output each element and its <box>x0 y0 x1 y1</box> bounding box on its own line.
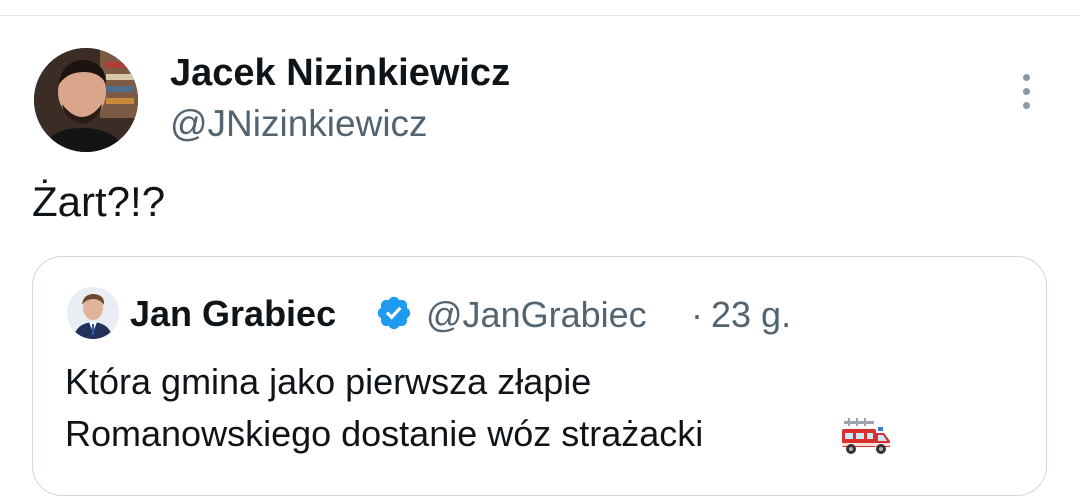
author-avatar-photo <box>34 48 138 152</box>
author-handle[interactable]: @JNizinkiewicz <box>170 103 428 145</box>
quoted-author-avatar-photo <box>67 287 119 339</box>
more-vertical-icon[interactable] <box>1012 72 1042 112</box>
author-name[interactable]: Jacek Nizinkiewicz <box>170 52 510 95</box>
quoted-author-handle[interactable]: @JanGrabiec <box>426 294 647 336</box>
quoted-author-avatar[interactable] <box>67 287 119 339</box>
quoted-text-line: Która gmina jako pierwsza złapie <box>65 361 592 402</box>
top-divider <box>0 15 1080 16</box>
quoted-tweet-card[interactable]: Jan Grabiec @JanGrabiec · 23 g. Która gm… <box>32 256 1047 496</box>
meta-separator: · <box>691 294 703 335</box>
author-avatar[interactable] <box>34 48 138 152</box>
verified-badge-icon <box>377 296 411 330</box>
quoted-text-line: Romanowskiego dostanie wóz strażacki <box>65 413 704 454</box>
quoted-author-name[interactable]: Jan Grabiec <box>130 293 336 335</box>
quoted-timestamp[interactable]: 23 g. <box>711 294 791 336</box>
fire-engine-icon <box>842 418 890 454</box>
tweet-text: Żart?!? <box>32 178 166 225</box>
